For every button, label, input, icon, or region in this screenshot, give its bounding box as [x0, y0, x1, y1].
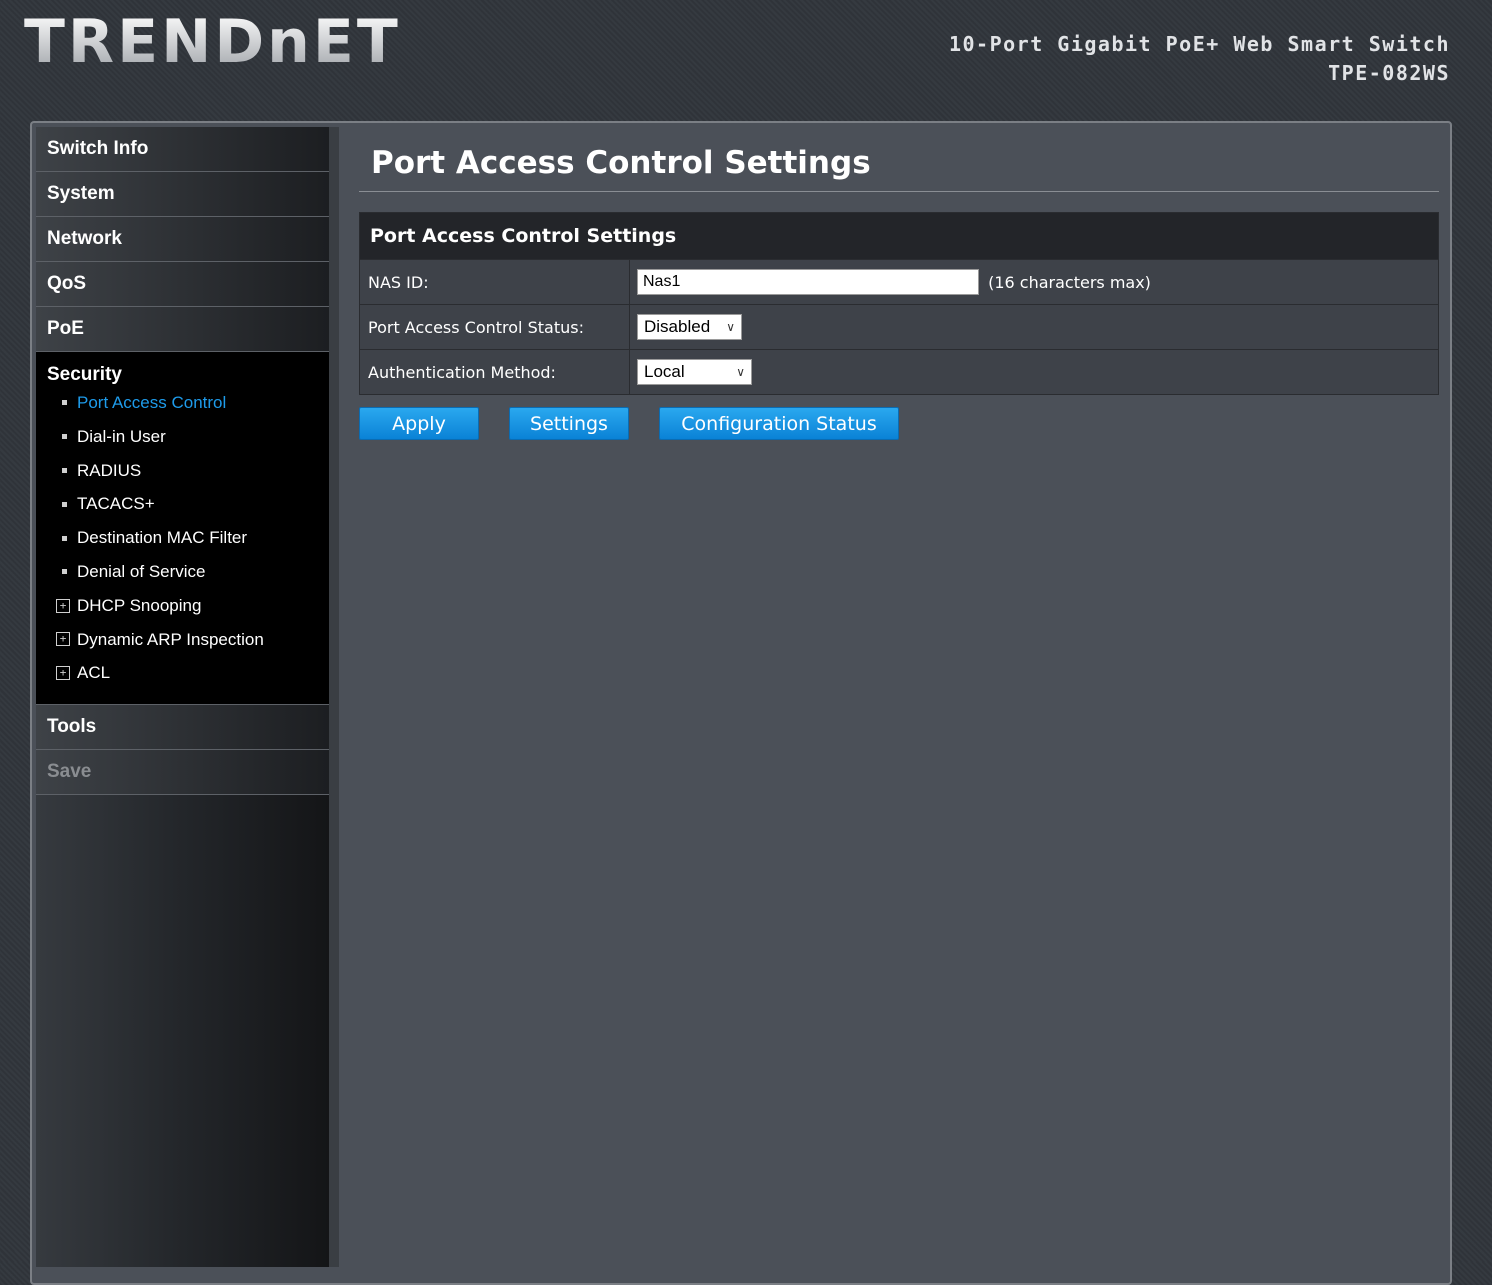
product-name: 10-Port Gigabit PoE+ Web Smart Switch: [948, 32, 1450, 56]
nav-tools[interactable]: Tools: [36, 705, 329, 751]
main-content: Port Access Control Settings Port Access…: [359, 127, 1439, 440]
nav-port-access-control-label: Port Access Control: [77, 393, 227, 412]
table-row: NAS ID: (16 characters max): [359, 259, 1439, 305]
nav-dynamic-arp-inspection[interactable]: + Dynamic ARP Inspection: [36, 623, 329, 657]
bullet-icon: [62, 434, 67, 440]
nav-switch-info[interactable]: Switch Info: [36, 127, 329, 172]
nav-port-access-control[interactable]: Port Access Control: [36, 386, 329, 420]
sidebar: Switch Info System Network QoS PoE Secur…: [36, 127, 329, 1267]
nav-tacacs[interactable]: TACACS+: [36, 487, 329, 521]
status-select-value: Disabled: [644, 317, 711, 336]
nav-acl[interactable]: + ACL: [36, 656, 329, 690]
nav-denial-of-service[interactable]: Denial of Service: [36, 555, 329, 589]
bullet-icon: [62, 535, 67, 541]
nas-id-input[interactable]: [637, 269, 979, 295]
settings-table-header: Port Access Control Settings: [359, 212, 1439, 260]
status-label: Port Access Control Status:: [359, 304, 630, 350]
apply-button[interactable]: Apply: [359, 407, 479, 440]
bullet-icon: [62, 400, 67, 406]
chevron-down-icon: ∨: [726, 320, 735, 334]
nav-acl-label: ACL: [77, 663, 111, 683]
chevron-down-icon: ∨: [736, 365, 745, 379]
nav-security[interactable]: Security: [36, 352, 329, 386]
expand-plus-icon[interactable]: +: [56, 666, 70, 681]
nav-radius-label: RADIUS: [77, 460, 142, 480]
product-info: 10-Port Gigabit PoE+ Web Smart Switch TP…: [949, 30, 1450, 88]
page-title: Port Access Control Settings: [359, 127, 1439, 192]
auth-method-label: Authentication Method:: [359, 349, 630, 395]
bullet-icon: [62, 569, 67, 575]
nav-tacacs-label: TACACS+: [77, 494, 155, 514]
nav-dial-in-user-label: Dial-in User: [77, 426, 166, 446]
nav-system[interactable]: System: [36, 172, 329, 217]
nav-dial-in-user[interactable]: Dial-in User: [36, 420, 329, 454]
bullet-icon: [62, 501, 67, 507]
settings-button[interactable]: Settings: [509, 407, 629, 440]
nav-destination-mac-filter[interactable]: Destination MAC Filter: [36, 521, 329, 555]
nav-destination-mac-filter-label: Destination MAC Filter: [77, 528, 248, 548]
nav-qos[interactable]: QoS: [36, 262, 329, 307]
status-select[interactable]: Disabled ∨: [637, 314, 742, 340]
configuration-status-button[interactable]: Configuration Status: [659, 407, 899, 440]
nav-radius[interactable]: RADIUS: [36, 454, 329, 488]
auth-method-select-value: Local: [644, 362, 685, 381]
nav-dhcp-snooping-label: DHCP Snooping: [77, 595, 202, 615]
button-row: Apply Settings Configuration Status: [359, 407, 1439, 440]
table-row: Authentication Method: Local ∨: [359, 349, 1439, 395]
nav-network[interactable]: Network: [36, 217, 329, 262]
table-row: Port Access Control Status: Disabled ∨: [359, 304, 1439, 350]
nav-dynamic-arp-inspection-label: Dynamic ARP Inspection: [77, 629, 264, 649]
auth-method-select[interactable]: Local ∨: [637, 359, 752, 385]
trendnet-logo: TRENDnET: [24, 7, 401, 77]
nas-id-hint: (16 characters max): [988, 272, 1151, 292]
settings-table: Port Access Control Settings NAS ID: (16…: [359, 212, 1439, 395]
status-cell: Disabled ∨: [629, 304, 1439, 350]
nas-id-label: NAS ID:: [359, 259, 630, 305]
auth-method-cell: Local ∨: [629, 349, 1439, 395]
nav-save[interactable]: Save: [36, 750, 329, 796]
nav-poe[interactable]: PoE: [36, 307, 329, 352]
sidebar-separator: [329, 127, 339, 1267]
nav-dhcp-snooping[interactable]: + DHCP Snooping: [36, 589, 329, 623]
nav-security-group: Security Port Access Control Dial-in Use…: [36, 352, 329, 706]
expand-plus-icon[interactable]: +: [56, 632, 70, 647]
expand-plus-icon[interactable]: +: [56, 598, 70, 613]
bullet-icon: [62, 467, 67, 473]
model-number: TPE-082WS: [1328, 61, 1450, 85]
nas-id-cell: (16 characters max): [629, 259, 1439, 305]
nav-denial-of-service-label: Denial of Service: [77, 561, 206, 581]
